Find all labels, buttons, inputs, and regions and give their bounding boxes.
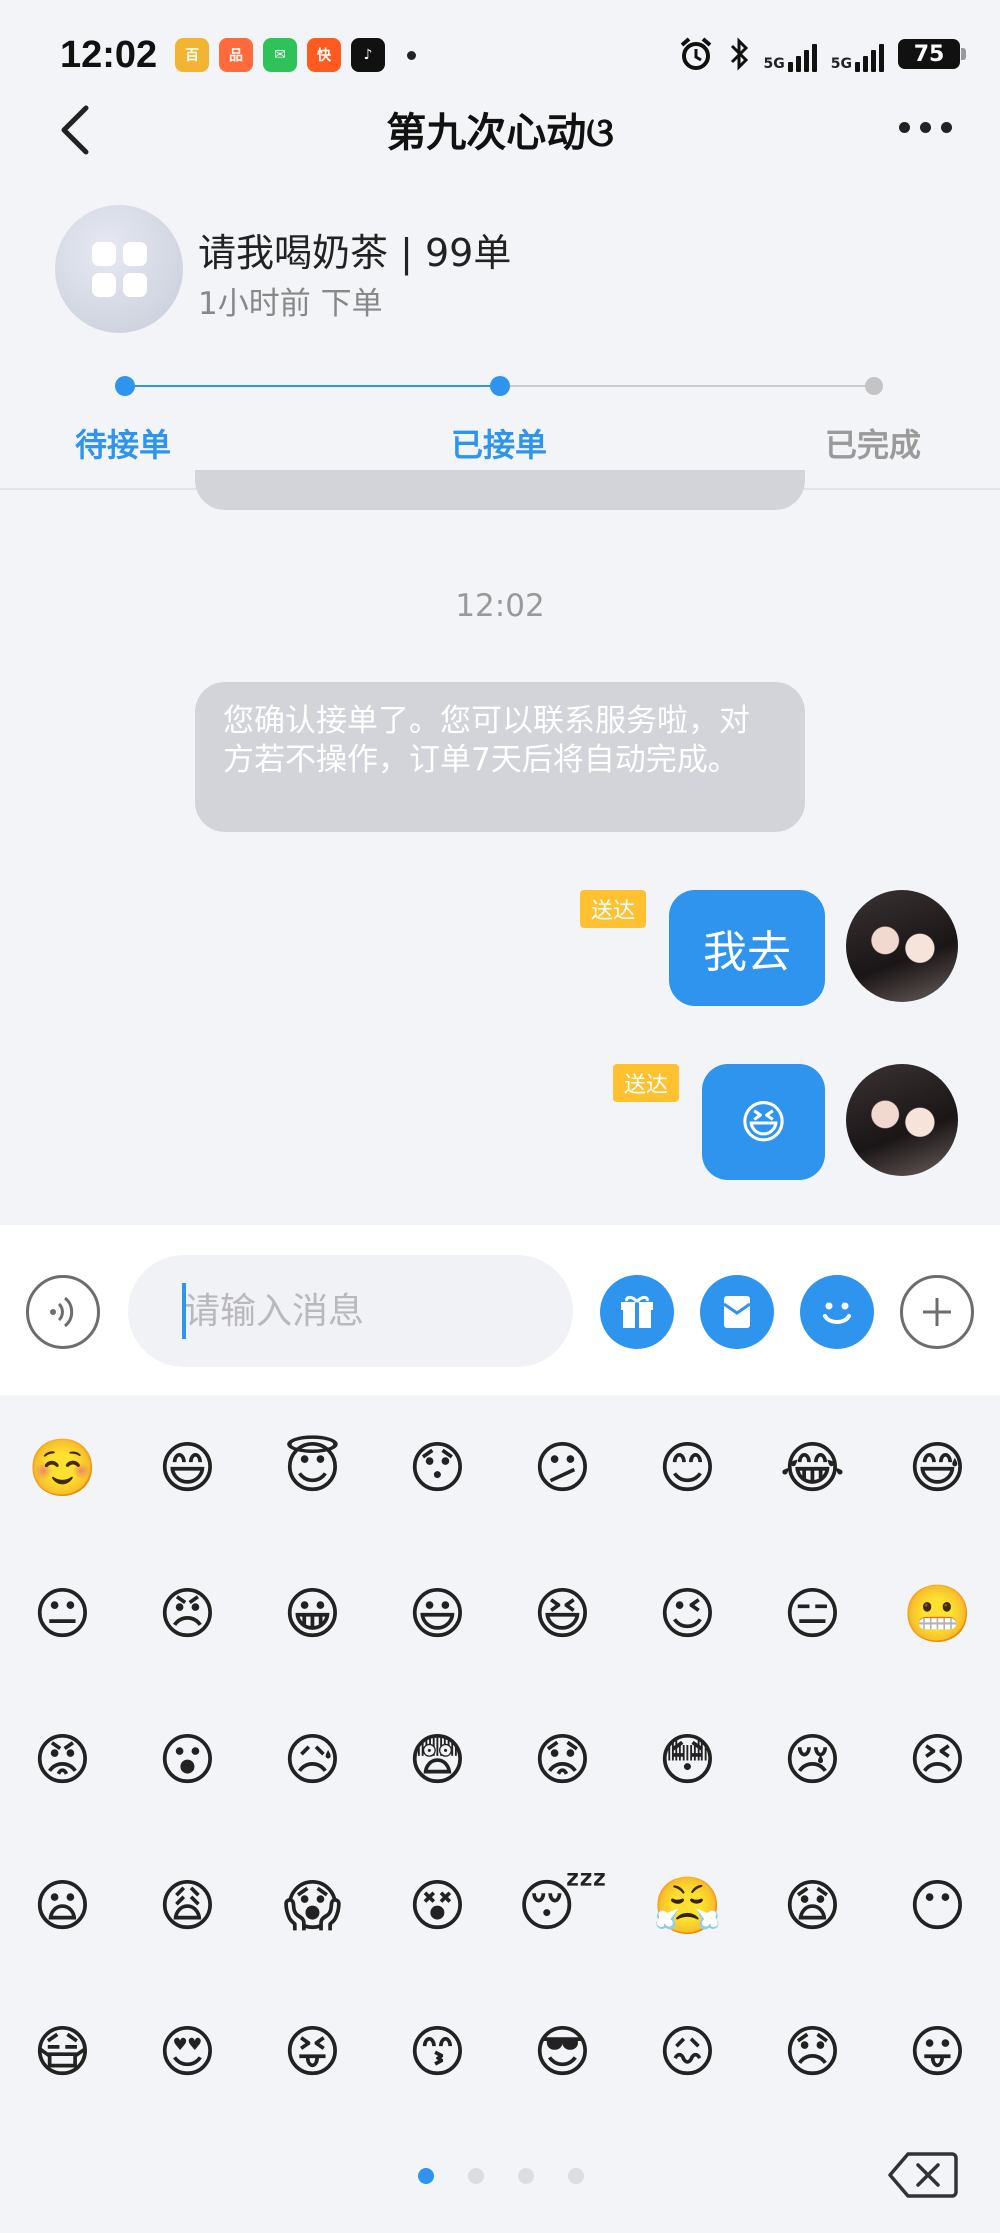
message-input[interactable]: [128, 1255, 573, 1367]
step-dot-pending: [115, 376, 135, 396]
messages-app-icon: ✉: [263, 38, 297, 72]
user-avatar[interactable]: [846, 890, 958, 1002]
emoji-key[interactable]: 😠: [125, 1541, 250, 1687]
emoji-key[interactable]: ☺️: [0, 1395, 125, 1541]
emoji-key[interactable]: 😀: [250, 1541, 375, 1687]
emoji-page-indicator: [418, 2168, 584, 2184]
emoji-key[interactable]: 😦: [0, 1833, 125, 1979]
emoji-icon[interactable]: [800, 1275, 874, 1349]
previous-message-bubble: [195, 470, 805, 510]
emoji-key[interactable]: 😴: [500, 1833, 625, 1979]
emoji-key[interactable]: 😧: [750, 1833, 875, 1979]
battery-level: 75: [913, 41, 945, 67]
signal-2: 5G: [831, 36, 884, 72]
emoji-key[interactable]: 😂: [750, 1395, 875, 1541]
backspace-icon[interactable]: [888, 2150, 958, 2200]
emoji-key[interactable]: 😇: [250, 1395, 375, 1541]
shopping-app-icon: 品: [219, 38, 253, 72]
emoji-key[interactable]: 😉: [625, 1541, 750, 1687]
emoji-key[interactable]: 😳: [625, 1687, 750, 1833]
red-packet-icon[interactable]: [700, 1275, 774, 1349]
emoji-key[interactable]: 😎: [500, 1979, 625, 2125]
signal-1: 5G: [764, 36, 817, 72]
network-type-label: 5G: [830, 56, 852, 72]
page-dot-2[interactable]: [468, 2168, 484, 2184]
battery-icon: 75: [898, 39, 966, 69]
emoji-key[interactable]: 😬: [875, 1541, 1000, 1687]
emoji-key[interactable]: 😤: [625, 1833, 750, 1979]
emoji-key[interactable]: 😑: [750, 1541, 875, 1687]
order-app-icon: [55, 205, 183, 333]
emoji-key[interactable]: 😯: [375, 1395, 500, 1541]
message-bubble-emoji[interactable]: 😆: [702, 1064, 825, 1180]
emoji-key[interactable]: 😊: [625, 1395, 750, 1541]
emoji-key[interactable]: 😐: [0, 1541, 125, 1687]
emoji-key[interactable]: 😶: [875, 1833, 1000, 1979]
progress-line-pending: [500, 385, 875, 387]
emoji-key[interactable]: 😍: [125, 1979, 250, 2125]
emoji-key[interactable]: 😟: [500, 1687, 625, 1833]
step-dot-accepted: [490, 376, 510, 396]
emoji-key[interactable]: 😛: [875, 1979, 1000, 2125]
emoji-key[interactable]: 😅: [875, 1395, 1000, 1541]
emoji-key[interactable]: 😆: [500, 1541, 625, 1687]
signal-bars-icon: [855, 44, 884, 72]
emoji-grid: ☺️ 😄 😇 😯 😕 😊 😂 😅 😐 😠 😀 😃 😆 😉 😑 😬 😡 😮 😥 😨 😟 😳 😢 😣 😦 😩 😱 😵 😴 😤 😧 😶 😷 😍 😝 😙 😎 😖 😞…: [0, 1395, 1000, 2125]
emoji-key[interactable]: 😣: [875, 1687, 1000, 1833]
user-avatar[interactable]: [846, 1064, 958, 1176]
emoji-key[interactable]: 😞: [750, 1979, 875, 2125]
emoji-key[interactable]: 😥: [250, 1687, 375, 1833]
more-notifications-dot: [407, 50, 416, 60]
voice-input-icon[interactable]: [26, 1275, 100, 1349]
notification-app-icons: 百 品 ✉ 快 ♪: [175, 38, 416, 72]
emoji-key[interactable]: 😢: [750, 1687, 875, 1833]
news-app-icon: 百: [175, 38, 209, 72]
emoji-key[interactable]: 😡: [0, 1687, 125, 1833]
tiktok-app-icon: ♪: [351, 38, 385, 72]
signal-bars-icon: [787, 44, 817, 72]
progress-line-done: [125, 385, 500, 387]
emoji-key[interactable]: 😵: [375, 1833, 500, 1979]
emoji-key[interactable]: 😖: [625, 1979, 750, 2125]
page-dot-3[interactable]: [518, 2168, 534, 2184]
network-type-label: 5G: [763, 56, 785, 72]
step-dot-completed: [865, 377, 883, 395]
add-more-icon[interactable]: [900, 1275, 974, 1349]
step-label-completed: 已完成: [825, 426, 922, 464]
emoji-key[interactable]: 😷: [0, 1979, 125, 2125]
emoji-key[interactable]: 😮: [125, 1687, 250, 1833]
page-dot-4[interactable]: [568, 2168, 584, 2184]
status-bar: 12:02 百 品 ✉ 快 ♪ 5G 5G 75: [0, 0, 1000, 110]
step-label-accepted: 已接单: [451, 426, 548, 464]
chat-timestamp: 12:02: [455, 588, 545, 624]
gift-icon[interactable]: [600, 1275, 674, 1349]
page-dot-1[interactable]: [418, 2168, 434, 2184]
step-label-pending: 待接单: [75, 426, 172, 464]
emoji-key[interactable]: 😩: [125, 1833, 250, 1979]
text-cursor: [182, 1283, 186, 1339]
emoji-key[interactable]: 😙: [375, 1979, 500, 2125]
system-message: 您确认接单了。您可以联系服务啦，对方若不操作，订单7天后将自动完成。: [195, 682, 805, 832]
more-options-icon[interactable]: [899, 122, 952, 133]
order-title[interactable]: 请我喝奶茶 | 99单: [198, 222, 511, 277]
emoji-key[interactable]: 😝: [250, 1979, 375, 2125]
chat-title: 第九次心动ଓ: [386, 110, 614, 156]
system-icons: 5G 5G 75: [678, 36, 966, 72]
emoji-key[interactable]: 😨: [375, 1687, 500, 1833]
order-time: 1小时前 下单: [198, 286, 383, 322]
emoji-key[interactable]: 😃: [375, 1541, 500, 1687]
message-bubble[interactable]: 我去: [669, 890, 825, 1006]
emoji-key[interactable]: 😄: [125, 1395, 250, 1541]
emoji-key[interactable]: 😱: [250, 1833, 375, 1979]
delivered-badge: 送达: [613, 1064, 679, 1102]
status-time: 12:02: [60, 34, 158, 76]
alarm-icon: [680, 37, 711, 70]
emoji-key[interactable]: 😕: [500, 1395, 625, 1541]
bluetooth-icon: [730, 37, 748, 71]
delivered-badge: 送达: [580, 890, 646, 928]
kuaishou-app-icon: 快: [307, 38, 341, 72]
